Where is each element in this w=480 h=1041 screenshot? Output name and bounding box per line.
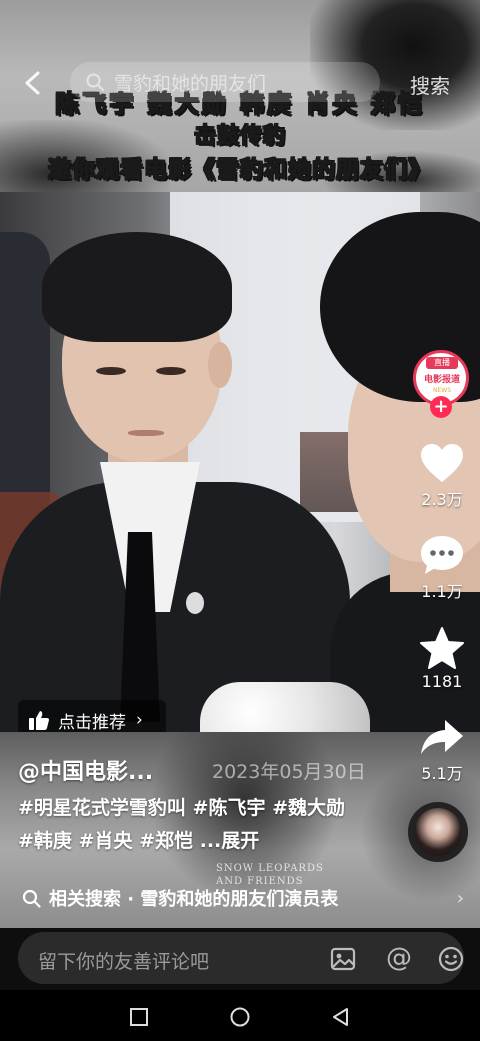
search-icon [22, 889, 41, 908]
search-button[interactable]: 搜索 [410, 70, 450, 99]
search-icon [86, 73, 104, 91]
video-player[interactable] [0, 192, 480, 732]
favorite-count: 1181 [421, 672, 463, 691]
snow-leopard-plush [200, 682, 370, 732]
share-count: 5.1万 [421, 764, 463, 783]
comment-count: 1.1万 [421, 582, 463, 601]
mention-button[interactable]: @ [384, 944, 414, 974]
creator-logo-text: 电影报道 [423, 375, 460, 385]
comment-input[interactable]: 留下你的友善评论吧 @ [18, 932, 464, 984]
comment-placeholder: 留下你的友善评论吧 [38, 951, 210, 973]
share-icon [421, 720, 463, 754]
thumbs-up-icon [29, 711, 49, 730]
banner-subtitle: 击鼓传豹 [193, 123, 286, 149]
expand-link[interactable]: ...展开 [200, 830, 260, 852]
author-name[interactable]: @中国电影... [18, 754, 153, 786]
like-button[interactable]: 2.3万 [414, 442, 470, 510]
follow-button[interactable]: + [430, 396, 452, 418]
search-input[interactable]: 雪豹和她的朋友们 [70, 62, 380, 102]
comment-button[interactable]: 1.1万 [414, 534, 470, 602]
search-query-text: 雪豹和她的朋友们 [114, 72, 267, 95]
banner-invite-line: 邀你观看电影《雪豹和她的朋友们》 [47, 156, 432, 183]
favorite-button[interactable]: 1181 [414, 626, 470, 691]
post-caption: #明星花式学雪豹叫 #陈飞宇 #魏大勋 #韩庚 #肖央 #郑恺 ...展开 [18, 792, 348, 858]
comment-icon [421, 536, 463, 574]
chevron-right-icon: › [136, 710, 143, 730]
lapel-pin [186, 592, 204, 614]
music-disc-avatar[interactable] [408, 802, 468, 862]
person-hair [42, 232, 232, 342]
recent-apps-icon[interactable] [128, 1006, 150, 1028]
share-button[interactable]: 5.1万 [414, 718, 470, 784]
creator-logo-sub: NEWS [432, 387, 452, 394]
related-search-text: 相关搜索 · 雪豹和她的朋友们演员表 [49, 889, 339, 910]
recommend-label: 点击推荐 [58, 712, 126, 733]
comment-bar: 留下你的友善评论吧 @ [0, 928, 480, 990]
home-icon[interactable] [229, 1006, 251, 1028]
hashtag-list[interactable]: #明星花式学雪豹叫 #陈飞宇 #魏大勋 #韩庚 #肖央 #郑恺 [18, 797, 345, 852]
emoji-icon[interactable] [438, 946, 464, 972]
star-icon [420, 627, 464, 669]
system-navigation-bar [0, 990, 480, 1041]
person-eye [96, 367, 126, 375]
chevron-right-icon: › [456, 887, 464, 909]
person-eye [156, 367, 186, 375]
related-search-bar[interactable]: 相关搜索 · 雪豹和她的朋友们演员表 › [0, 874, 480, 922]
person-mouth [128, 430, 164, 436]
like-count: 2.3万 [421, 490, 463, 509]
image-icon[interactable] [330, 946, 356, 972]
heart-icon [421, 444, 463, 482]
live-badge: 直播 [426, 357, 458, 369]
back-arrow-icon[interactable] [22, 70, 44, 96]
back-triangle-icon[interactable] [330, 1006, 352, 1028]
person-ear [208, 342, 232, 388]
post-date: 2023年05月30日 [212, 761, 366, 783]
